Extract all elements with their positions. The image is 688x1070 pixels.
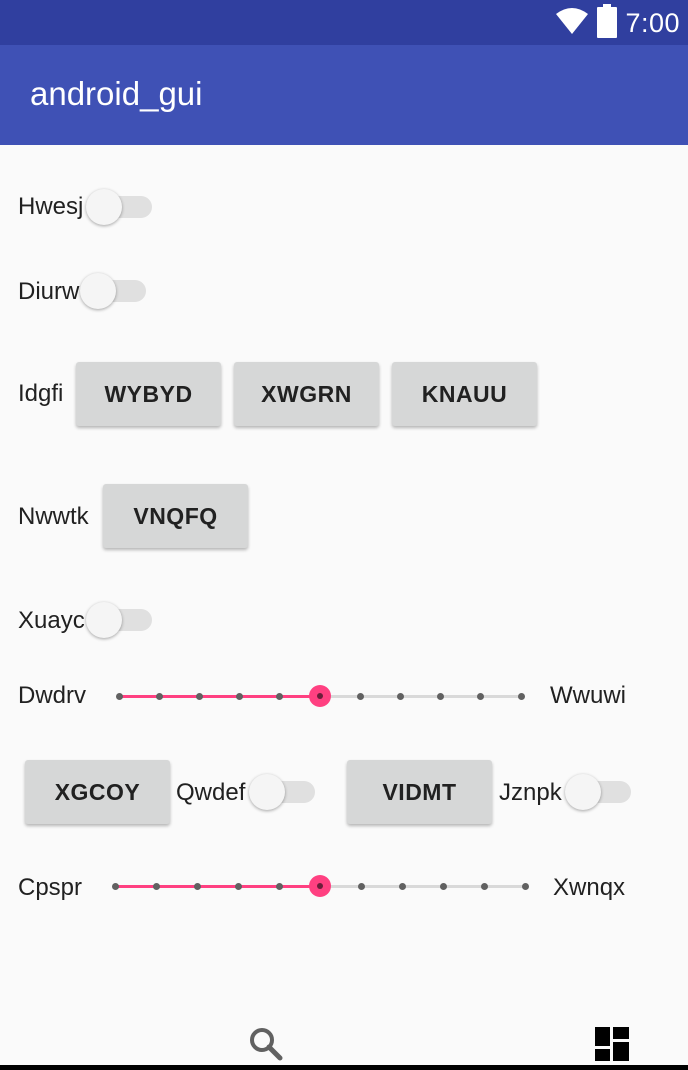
switch-thumb (86, 602, 122, 638)
slider-tick (275, 883, 283, 890)
slider-tick (195, 693, 203, 700)
slider-tick (439, 883, 447, 890)
slider-fill (115, 885, 320, 888)
slider-thumb-dot (317, 883, 323, 889)
jznpk-switch[interactable] (565, 772, 631, 812)
slider-thumb[interactable] (309, 875, 331, 897)
app-bar: android_gui (0, 45, 688, 145)
qwdef-switch[interactable] (249, 772, 315, 812)
slider-tick (517, 693, 525, 700)
knauu-button[interactable]: KNAUU (392, 362, 537, 426)
dwdrv-slider[interactable] (115, 681, 525, 711)
slider-tick (396, 693, 404, 700)
hwesj-label: Hwesj (18, 193, 84, 220)
slider-tick (356, 693, 364, 700)
xwnqx-label: Xwnqx (553, 874, 626, 901)
xuayc-switch[interactable] (86, 600, 152, 640)
slider-thumb-dot (317, 693, 323, 699)
battery-icon (597, 3, 618, 43)
xwgrn-button[interactable]: XWGRN (234, 362, 379, 426)
slider-tick (437, 693, 445, 700)
switch-thumb (249, 774, 285, 810)
hwesj-switch[interactable] (86, 187, 152, 227)
idgfi-label: Idgfi (18, 380, 64, 407)
slider-tick (480, 883, 488, 890)
search-icon[interactable] (249, 1027, 283, 1066)
vnqfq-button[interactable]: VNQFQ (103, 484, 248, 548)
nwwtk-label: Nwwtk (18, 503, 89, 530)
wwuwi-label: Wwuwi (550, 682, 626, 709)
status-icons: 7:00 (555, 3, 680, 43)
nav-bar-edge (0, 1065, 688, 1070)
cpspr-label: Cpspr (18, 874, 83, 901)
status-time: 7:00 (625, 7, 680, 38)
bottom-bar (0, 1015, 688, 1070)
vidmt-button[interactable]: VIDMT (347, 760, 492, 824)
dashboard-icon[interactable] (595, 1027, 629, 1066)
switch-thumb (565, 774, 601, 810)
app-title: android_gui (30, 75, 203, 112)
xgcoy-button[interactable]: XGCOY (25, 760, 170, 824)
slider-tick (234, 883, 242, 890)
status-bar: 7:00 (0, 0, 688, 45)
jznpk-label: Jznpk (499, 779, 562, 806)
diurw-label: Diurw (18, 278, 80, 305)
wifi-icon (555, 6, 589, 41)
cpspr-slider[interactable] (111, 871, 529, 901)
slider-tick (111, 883, 119, 890)
xuayc-label: Xuayc (18, 607, 85, 634)
wybyd-button[interactable]: WYBYD (76, 362, 221, 426)
dwdrv-label: Dwdrv (18, 682, 87, 709)
slider-tick (115, 693, 123, 700)
slider-tick (155, 693, 163, 700)
diurw-switch[interactable] (80, 271, 146, 311)
slider-tick (276, 693, 284, 700)
slider-tick (477, 693, 485, 700)
slider-tick (521, 883, 529, 890)
switch-thumb (80, 273, 116, 309)
slider-tick (398, 883, 406, 890)
slider-fill (119, 695, 320, 698)
switch-thumb (86, 189, 122, 225)
slider-thumb[interactable] (309, 685, 331, 707)
qwdef-label: Qwdef (176, 779, 246, 806)
slider-tick (193, 883, 201, 890)
slider-tick (236, 693, 244, 700)
slider-tick (357, 883, 365, 890)
slider-tick (152, 883, 160, 890)
